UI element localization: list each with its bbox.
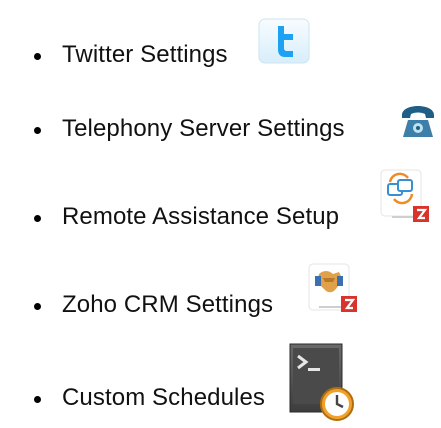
zoho-crm-settings-label[interactable]: Zoho CRM Settings: [62, 291, 273, 319]
bullet: [34, 396, 41, 403]
bullet: [34, 303, 41, 310]
list-item-twitter-settings[interactable]: Twitter Settings: [0, 18, 441, 88]
list-item-custom-schedules[interactable]: Custom Schedules: [0, 340, 441, 421]
bullet: [34, 215, 41, 222]
remote-assistance-setup-label[interactable]: Remote Assistance Setup: [62, 203, 339, 231]
remote-assistance-zoho-icon[interactable]: [378, 168, 432, 228]
terminal-clock-icon[interactable]: [282, 340, 356, 424]
list-item-remote-assistance-setup[interactable]: Remote Assistance Setup: [0, 164, 441, 234]
twitter-icon[interactable]: [258, 18, 310, 64]
custom-schedules-label[interactable]: Custom Schedules: [62, 384, 265, 412]
zoho-crm-handshake-icon[interactable]: [305, 262, 359, 318]
telephone-icon[interactable]: [399, 103, 437, 141]
bullet: [34, 53, 41, 60]
bullet: [34, 127, 41, 134]
twitter-settings-label[interactable]: Twitter Settings: [62, 41, 228, 69]
list-item-telephony-server-settings[interactable]: Telephony Server Settings: [0, 92, 441, 162]
telephony-server-settings-label[interactable]: Telephony Server Settings: [62, 115, 345, 143]
list-item-zoho-crm-settings[interactable]: Zoho CRM Settings: [0, 256, 441, 326]
